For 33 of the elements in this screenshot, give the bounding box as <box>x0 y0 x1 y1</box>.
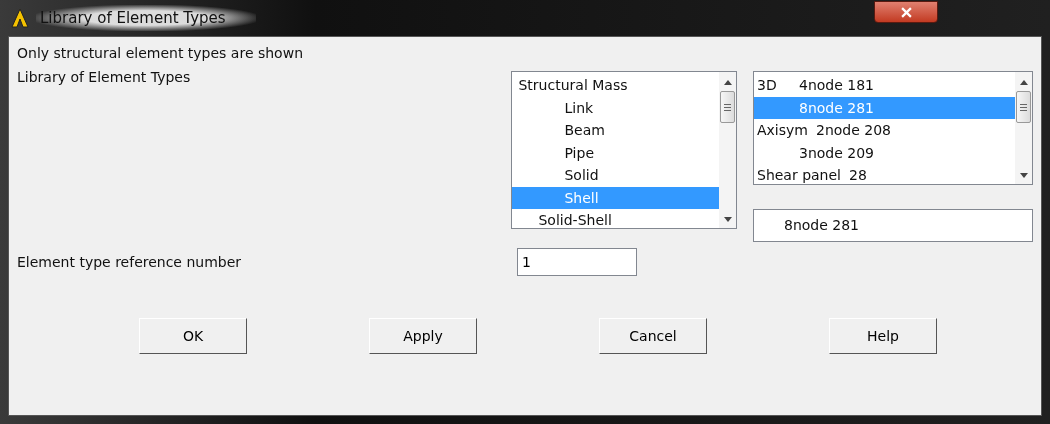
scroll-thumb[interactable] <box>1016 91 1031 123</box>
list-item[interactable]: Beam <box>512 119 719 142</box>
close-icon <box>900 6 912 18</box>
close-button[interactable] <box>874 1 938 23</box>
dialog-button[interactable]: OK <box>139 318 247 354</box>
scroll-down-icon[interactable] <box>1019 173 1028 178</box>
window-title: Library of Element Types <box>36 5 256 31</box>
list-item[interactable]: Link <box>512 96 719 119</box>
list-item[interactable]: Pipe <box>512 141 719 164</box>
scrollbar[interactable] <box>1015 72 1032 184</box>
dialog-button[interactable]: Cancel <box>599 318 707 354</box>
selected-type-field[interactable]: 8node 281 <box>753 209 1033 242</box>
scroll-down-icon[interactable] <box>723 217 732 222</box>
app-logo-icon <box>10 8 30 28</box>
field-label: Element type reference number <box>17 254 243 270</box>
list-item[interactable]: Solid <box>512 164 719 187</box>
list-item[interactable]: Solid-Shell <box>512 209 719 232</box>
list-item[interactable]: 3D 4node 181 <box>754 74 1015 97</box>
field-label: Library of Element Types <box>17 69 192 87</box>
scroll-up-icon[interactable] <box>723 80 732 85</box>
list-item[interactable]: 3node 209 <box>754 141 1015 164</box>
list-item[interactable]: Structural Mass <box>512 74 719 97</box>
reference-number-field[interactable]: 1 <box>517 248 637 276</box>
scroll-thumb[interactable] <box>720 91 735 123</box>
scroll-up-icon[interactable] <box>1019 80 1028 85</box>
info-text: Only structural element types are shown <box>17 45 304 61</box>
list-item[interactable]: Axisym 2node 208 <box>754 119 1015 142</box>
dialog-button[interactable]: Apply <box>369 318 477 354</box>
dialog-button[interactable]: Help <box>829 318 937 354</box>
list-item[interactable]: Shear panel 28 <box>754 164 1015 187</box>
category-list[interactable]: Structural Mass Link Beam Pipe Solid Shell Solid-Shell <box>511 71 737 229</box>
element-type-list[interactable]: 3D 4node 181 8node 281 Axisym 2node 208 3node 209 Shear panel 28 <box>753 71 1033 185</box>
scrollbar[interactable] <box>719 72 736 228</box>
